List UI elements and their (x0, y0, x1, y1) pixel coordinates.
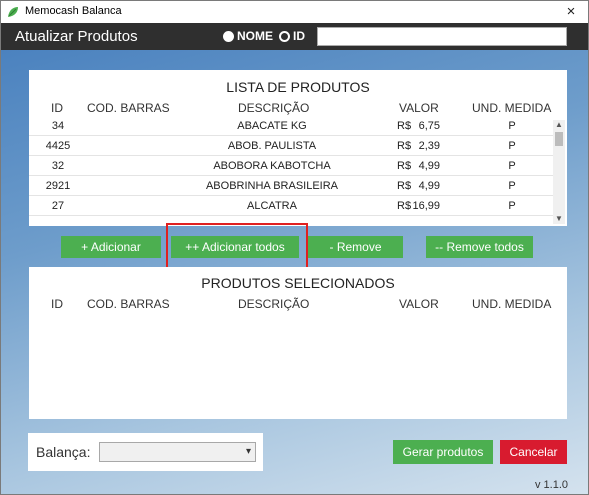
cell-descricao: ABOB. PAULISTA (227, 140, 317, 152)
col-cod-barras: COD. BARRAS (87, 297, 170, 311)
radio-id-label[interactable]: ID (293, 29, 305, 43)
col-id: ID (51, 101, 63, 115)
col-id: ID (51, 297, 63, 311)
table-row[interactable]: 34 ABACATE KG R$ 6,75 P (29, 116, 553, 136)
col-descricao: DESCRIÇÃO (238, 297, 310, 311)
col-valor: VALOR (399, 101, 439, 115)
search-input[interactable] (317, 27, 567, 46)
cell-valor: 2,39 (418, 140, 440, 152)
title-bar: Memocash Balanca × (1, 1, 588, 23)
selecionados-panel: PRODUTOS SELECIONADOS ID COD. BARRAS DES… (29, 267, 567, 419)
radio-nome-label[interactable]: NOME (237, 29, 273, 43)
remove-button[interactable]: - Remove (308, 236, 403, 258)
cell-descricao: ABOBRINHA BRASILEIRA (205, 180, 339, 192)
cell-valor: 16,99 (412, 200, 440, 212)
memocash-leaf-icon (8, 7, 18, 17)
table-row[interactable]: 27 ALCATRA R$ 16,99 P (29, 196, 553, 216)
col-valor: VALOR (399, 297, 439, 311)
cell-valor: 4,99 (418, 180, 440, 192)
cell-valor: 6,75 (418, 120, 440, 132)
table-row[interactable]: 2921 ABOBRINHA BRASILEIRA R$ 4,99 P (29, 176, 553, 196)
scroll-down-icon[interactable]: ▼ (553, 214, 565, 224)
cancelar-button[interactable]: Cancelar (500, 440, 567, 464)
col-und-medida: UND. MEDIDA (472, 101, 552, 115)
table-row[interactable]: 32 ABOBORA KABOTCHA R$ 4,99 P (29, 156, 553, 176)
chevron-down-icon: ▾ (245, 446, 251, 457)
radio-id[interactable] (279, 31, 290, 42)
col-descricao: DESCRIÇÃO (238, 101, 310, 115)
balanca-select[interactable]: ▾ (99, 442, 256, 462)
cell-id: 27 (51, 200, 65, 212)
header-bar: Atualizar Produtos NOME ID (1, 23, 588, 50)
balanca-label: Balança: (36, 444, 91, 460)
cell-und: P (508, 140, 516, 152)
gerar-produtos-button[interactable]: Gerar produtos (393, 440, 493, 464)
cell-und: P (508, 120, 516, 132)
version-label: v 1.1.0 (535, 479, 569, 491)
cell-id: 2921 (45, 180, 71, 192)
radio-nome[interactable] (223, 31, 234, 42)
balanca-panel: Balança: ▾ (28, 433, 263, 471)
close-icon[interactable]: × (560, 2, 582, 22)
selecionados-title: PRODUTOS SELECIONADOS (201, 275, 395, 291)
remove-todos-button[interactable]: -- Remove todos (426, 236, 533, 258)
col-cod-barras: COD. BARRAS (87, 101, 170, 115)
app-window: Memocash Balanca × Atualizar Produtos NO… (0, 0, 589, 495)
selecionados-list-area[interactable] (29, 314, 567, 419)
page-title: Atualizar Produtos (15, 28, 138, 45)
cell-und: P (508, 200, 516, 212)
cell-id: 4425 (45, 140, 71, 152)
cell-id: 34 (51, 120, 65, 132)
cell-und: P (508, 180, 516, 192)
col-und-medida: UND. MEDIDA (472, 297, 552, 311)
adicionar-button[interactable]: + Adicionar (61, 236, 161, 258)
cell-descricao: ABACATE KG (237, 120, 307, 132)
cell-und: P (508, 160, 516, 172)
cell-valor: 4,99 (418, 160, 440, 172)
cell-descricao: ALCATRA (247, 200, 297, 212)
list-scrollbar[interactable]: ▲ ▼ (553, 120, 565, 224)
produtos-list-title: LISTA DE PRODUTOS (226, 79, 370, 95)
table-row[interactable]: 4425 ABOB. PAULISTA R$ 2,39 P (29, 136, 553, 156)
main-content: LISTA DE PRODUTOS ID COD. BARRAS DESCRIÇ… (1, 50, 588, 494)
cell-descricao: ABOBORA KABOTCHA (213, 160, 331, 172)
window-title: Memocash Balanca (25, 5, 122, 17)
scroll-up-icon[interactable]: ▲ (553, 120, 565, 130)
produtos-list-panel: LISTA DE PRODUTOS ID COD. BARRAS DESCRIÇ… (29, 70, 567, 226)
scroll-thumb[interactable] (555, 132, 563, 146)
cell-id: 32 (51, 160, 65, 172)
